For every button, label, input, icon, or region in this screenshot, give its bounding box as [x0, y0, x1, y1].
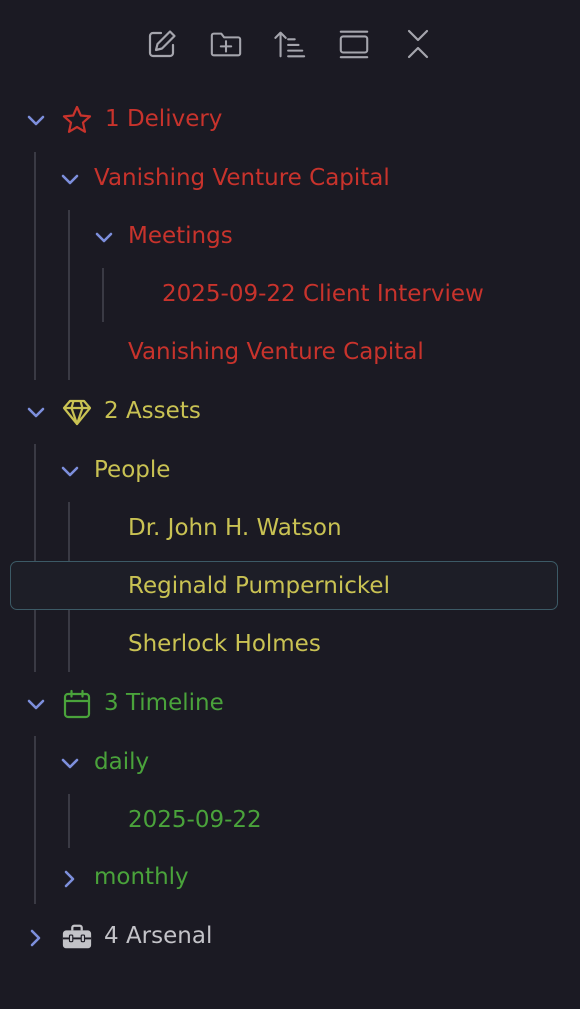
file-label: Reginald Pumpernickel	[128, 573, 390, 599]
folder-meetings[interactable]: Meetings	[0, 213, 580, 263]
file-label: Sherlock Holmes	[128, 631, 321, 657]
new-folder-button[interactable]	[209, 24, 243, 64]
folder-assets[interactable]: 2 Assets	[0, 388, 580, 438]
file-label: Vanishing Venture Capital	[128, 339, 424, 365]
sort-icon	[274, 31, 306, 58]
chevron-down-icon[interactable]	[59, 461, 81, 483]
folder-label: 4 Arsenal	[104, 923, 213, 949]
chevron-down-icon[interactable]	[59, 753, 81, 775]
chevron-right-icon[interactable]	[25, 927, 47, 949]
file-client-interview[interactable]: 2025-09-22 Client Interview	[0, 271, 580, 321]
file-label: Dr. John H. Watson	[128, 515, 342, 541]
folder-monthly[interactable]: monthly	[0, 854, 580, 904]
folder-daily[interactable]: daily	[0, 739, 580, 789]
star-icon	[61, 104, 93, 136]
collapse-all-button[interactable]	[401, 24, 435, 64]
chevron-down-icon[interactable]	[59, 169, 81, 191]
folder-plus-icon	[210, 32, 242, 57]
chevron-down-icon[interactable]	[25, 402, 47, 424]
chevron-down-icon[interactable]	[93, 227, 115, 249]
auto-reveal-button[interactable]	[337, 24, 371, 64]
file-sherlock-holmes[interactable]: Sherlock Holmes	[0, 621, 580, 671]
folder-label: People	[94, 457, 171, 483]
folder-label: 1 Delivery	[105, 106, 223, 132]
file-label: 2025-09-22 Client Interview	[162, 281, 484, 307]
toolbox-icon	[61, 921, 93, 953]
chevron-down-icon[interactable]	[25, 110, 47, 132]
chevron-down-icon[interactable]	[25, 694, 47, 716]
folder-label: Vanishing Venture Capital	[94, 165, 390, 191]
folder-label: 2 Assets	[104, 398, 201, 424]
sort-button[interactable]	[273, 24, 307, 64]
folder-label: Meetings	[128, 223, 233, 249]
folder-delivery[interactable]: 1 Delivery	[0, 96, 580, 146]
chevron-right-icon[interactable]	[59, 868, 81, 890]
collapse-all-icon	[407, 29, 429, 59]
folder-timeline[interactable]: 3 Timeline	[0, 680, 580, 730]
folder-arsenal[interactable]: 4 Arsenal	[0, 913, 580, 963]
gem-icon	[61, 396, 93, 428]
folder-label: 3 Timeline	[104, 690, 224, 716]
new-note-button[interactable]	[145, 24, 179, 64]
reveal-icon	[339, 30, 369, 59]
file-explorer-toolbar	[0, 22, 580, 66]
file-reginald-pumpernickel[interactable]: Reginald Pumpernickel	[0, 563, 580, 613]
calendar-icon	[61, 688, 93, 720]
file-vanishing-venture-capital[interactable]: Vanishing Venture Capital	[0, 329, 580, 379]
folder-people[interactable]: People	[0, 447, 580, 497]
folder-label: monthly	[94, 864, 189, 890]
folder-label: daily	[94, 749, 150, 775]
file-label: 2025-09-22	[128, 807, 262, 833]
folder-vanishing-venture-capital[interactable]: Vanishing Venture Capital	[0, 155, 580, 205]
edit-icon	[148, 30, 176, 58]
file-daily-note[interactable]: 2025-09-22	[0, 797, 580, 847]
file-john-watson[interactable]: Dr. John H. Watson	[0, 505, 580, 555]
